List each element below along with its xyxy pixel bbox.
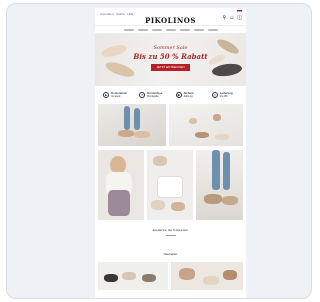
search-icon[interactable]: ⚲ (222, 15, 226, 21)
nav-item[interactable] (179, 28, 190, 31)
category-row (95, 150, 246, 220)
clock-icon: ◷ (211, 92, 218, 98)
hero-banner[interactable]: Sommer Sale Bis zu 50 % Rabatt JETZT ENT… (95, 34, 246, 86)
main-navigation (95, 26, 246, 34)
hero-headline: Sommer Sale Bis zu 50 % Rabatt (95, 45, 246, 61)
hero-subtitle: Sommer Sale (153, 45, 188, 51)
category-row (95, 104, 246, 146)
header-icons: ⚲ ☺ ◫ (222, 15, 242, 21)
nav-item[interactable] (137, 28, 148, 31)
nav-item[interactable] (123, 28, 134, 31)
category-tile[interactable] (196, 150, 243, 220)
category-tile[interactable] (98, 150, 144, 220)
hero-title: Bis zu 50 % Rabatt (133, 52, 208, 61)
benefit-subtitle: Zahlung (183, 95, 193, 98)
benefit-item: ▣ Sichere Zahlung (175, 92, 202, 98)
benefit-item: ◷ Lieferung 24-48h (211, 92, 238, 98)
new-arrivals-heading: Neuheiten (163, 252, 178, 256)
nav-item[interactable] (207, 28, 218, 31)
category-tile[interactable] (169, 104, 243, 146)
hero-cta-button[interactable]: JETZT ENTDECKEN (151, 64, 190, 71)
benefit-item: ▶ Kostenloser Versand (103, 92, 129, 98)
nav-item[interactable] (165, 28, 176, 31)
divider (165, 235, 176, 236)
nav-item[interactable] (151, 28, 162, 31)
user-icon[interactable]: ☺ (229, 15, 234, 21)
return-icon: ↺ (139, 92, 146, 98)
site-header: Anmelden · Suche · Hilfe PIKOLINOS ⚲ ☺ ◫ (95, 8, 246, 26)
category-tile[interactable] (147, 150, 193, 220)
product-row (95, 262, 246, 290)
benefit-subtitle: 24-48h (219, 95, 228, 98)
product-tile[interactable] (171, 262, 243, 290)
benefits-bar: ▶ Kostenloser Versand ↺ Kostenlose Rückgab… (95, 86, 246, 104)
screenshot-frame: Anmelden · Suche · Hilfe PIKOLINOS ⚲ ☺ ◫ (6, 3, 312, 299)
product-tile[interactable] (98, 262, 168, 290)
nav-item[interactable] (193, 28, 204, 31)
cart-icon[interactable]: ◫ (237, 15, 242, 21)
truck-icon: ▶ (103, 92, 110, 98)
payment-icon: ▣ (175, 92, 182, 98)
benefit-subtitle: Versand (111, 95, 121, 98)
flag-icon[interactable] (237, 10, 242, 13)
benefit-subtitle: Rückgabe (147, 95, 159, 98)
hero-shoe-image (104, 60, 136, 79)
webpage: Anmelden · Suche · Hilfe PIKOLINOS ⚲ ☺ ◫ (95, 8, 246, 298)
benefit-item: ↺ Kostenlose Rückgabe (139, 92, 165, 98)
collection-heading: Entdecke die Kollektion (152, 228, 189, 232)
category-tile[interactable] (98, 104, 166, 146)
